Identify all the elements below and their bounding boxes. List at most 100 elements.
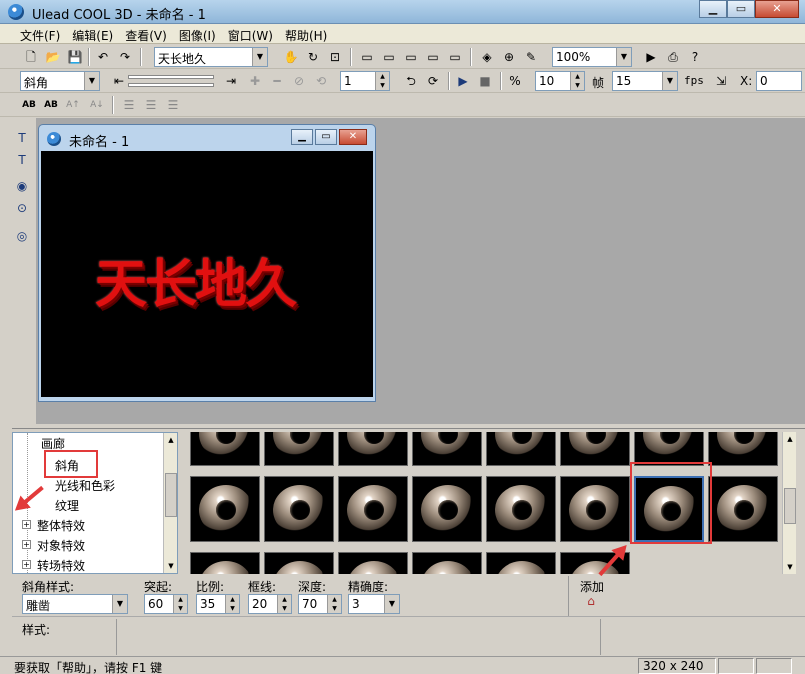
doc-minimize-button[interactable]: ▁ xyxy=(291,129,313,145)
gallery-thumb[interactable] xyxy=(708,432,778,466)
tree-item-texture[interactable]: 纹理 xyxy=(55,497,79,514)
globe-icon[interactable]: ⊕ xyxy=(500,48,518,66)
edit-icon[interactable]: ✎ xyxy=(522,48,540,66)
tree-scrollbar[interactable]: ▲ ▼ xyxy=(163,433,177,573)
precision-combo[interactable]: 3 ▼ xyxy=(348,594,400,614)
play-icon[interactable]: ▶ xyxy=(454,72,472,90)
insert-object-icon[interactable]: ⊙ xyxy=(12,198,32,218)
insert-text-icon[interactable]: T xyxy=(12,128,32,148)
text-down-icon[interactable]: A↓ xyxy=(88,96,106,114)
object-icon[interactable]: ◎ xyxy=(12,226,32,246)
save-icon[interactable]: 💾 xyxy=(66,48,84,66)
gallery-thumb[interactable] xyxy=(486,432,556,466)
gallery-thumb[interactable] xyxy=(412,432,482,466)
add-to-gallery-icon[interactable]: ⌂ xyxy=(582,594,600,610)
export-icon[interactable]: ⎙ xyxy=(664,48,682,66)
frame-field[interactable]: 1 ▲ ▼ xyxy=(340,71,390,91)
scale-field[interactable]: 35 ▲ ▼ xyxy=(196,594,240,614)
position-icon[interactable]: ⇲ xyxy=(712,72,730,90)
protrude-field[interactable]: 60 ▲ ▼ xyxy=(144,594,188,614)
frames-count-field[interactable]: 10 ▲ ▼ xyxy=(535,71,585,91)
gallery-thumb[interactable] xyxy=(560,476,630,542)
rotate-object-icon[interactable]: ↻ xyxy=(304,48,322,66)
expand-icon[interactable]: + xyxy=(22,540,31,549)
doc-maximize-button[interactable]: ▭ xyxy=(315,129,337,145)
effect-combo[interactable]: 斜角 ▼ xyxy=(20,71,100,91)
view-front-icon[interactable]: ▭ xyxy=(358,48,376,66)
gallery-thumb[interactable] xyxy=(486,552,556,574)
gallery-thumb[interactable] xyxy=(190,476,260,542)
3d-text[interactable]: 天长地久 xyxy=(95,242,297,317)
minimize-button[interactable]: ▁ xyxy=(699,0,727,18)
timeline-slider[interactable] xyxy=(128,75,214,79)
view-bottom-icon[interactable]: ▭ xyxy=(446,48,464,66)
context-help-icon[interactable]: ? xyxy=(686,48,704,66)
open-folder-icon[interactable]: 📂 xyxy=(44,48,62,66)
gallery-scrollbar[interactable]: ▲ ▼ xyxy=(782,432,796,574)
maximize-button[interactable]: ▭ xyxy=(727,0,755,18)
keyframe-icon[interactable]: ⊘ xyxy=(290,72,308,90)
gallery-thumb[interactable] xyxy=(486,476,556,542)
text-up-icon[interactable]: A↑ xyxy=(64,96,82,114)
gallery-thumb[interactable] xyxy=(190,552,260,574)
render-canvas[interactable]: 天长地久 xyxy=(41,151,373,397)
gallery-thumb[interactable] xyxy=(190,432,260,466)
border-field[interactable]: 20 ▲ ▼ xyxy=(248,594,292,614)
insert-shape-icon[interactable]: ◉ xyxy=(12,176,32,196)
menu-file[interactable]: 文件(F) xyxy=(14,24,66,43)
pingpong-icon[interactable]: ⟳ xyxy=(424,72,442,90)
gallery-thumb[interactable] xyxy=(412,476,482,542)
text-spacing-icon[interactable]: AB xyxy=(20,96,38,114)
gallery-thumb[interactable] xyxy=(338,476,408,542)
slider-start-icon[interactable]: ⇤ xyxy=(110,72,128,90)
align-center-icon[interactable]: ☰ xyxy=(142,96,160,114)
close-button[interactable]: ✕ xyxy=(755,0,799,18)
depth-field[interactable]: 70 ▲ ▼ xyxy=(298,594,342,614)
gallery-thumb[interactable] xyxy=(412,552,482,574)
menu-edit[interactable]: 编辑(E) xyxy=(66,24,119,43)
gallery-thumb[interactable] xyxy=(634,432,704,466)
fps-combo[interactable]: 15 ▼ xyxy=(612,71,678,91)
menu-view[interactable]: 查看(V) xyxy=(119,24,173,43)
menu-window[interactable]: 窗口(W) xyxy=(222,24,279,43)
slider-end-icon[interactable]: ⇥ xyxy=(222,72,240,90)
size-object-icon[interactable]: ⊡ xyxy=(326,48,344,66)
gallery-thumb[interactable] xyxy=(264,432,334,466)
new-file-icon[interactable]: 🗋 xyxy=(22,48,40,66)
render-icon[interactable]: ▶ xyxy=(642,48,660,66)
align-left-icon[interactable]: ☰ xyxy=(120,96,138,114)
zoom-combo[interactable]: 100% ▼ xyxy=(552,47,632,67)
gallery-thumb[interactable] xyxy=(708,476,778,542)
hand-icon[interactable]: ✋ xyxy=(282,48,300,66)
add-keyframe-icon[interactable]: ✚ xyxy=(246,72,264,90)
menu-image[interactable]: 图像(I) xyxy=(173,24,222,43)
text-object-combo[interactable]: 天长地久 ▼ xyxy=(154,47,268,67)
tree-item-light-color[interactable]: 光线和色彩 xyxy=(55,477,115,494)
tree-item-object-effects[interactable]: 对象特效 xyxy=(37,537,85,554)
undo-icon[interactable]: ↶ xyxy=(94,48,112,66)
stop-icon[interactable]: ■ xyxy=(476,72,494,90)
remove-keyframe-icon[interactable]: ━ xyxy=(268,72,286,90)
x-field[interactable]: 0 xyxy=(756,71,802,91)
text-spacing-narrow-icon[interactable]: AB xyxy=(42,96,60,114)
view-back-icon[interactable]: ▭ xyxy=(424,48,442,66)
gallery-thumb[interactable] xyxy=(338,432,408,466)
frames-icon[interactable]: % xyxy=(506,72,524,90)
expand-icon[interactable]: + xyxy=(22,520,31,529)
bevel-style-combo[interactable]: 雕凿 ▼ xyxy=(22,594,128,614)
loop-icon[interactable]: ⮌ xyxy=(402,72,420,90)
menu-help[interactable]: 帮助(H) xyxy=(279,24,333,43)
gallery-thumb[interactable] xyxy=(264,552,334,574)
gallery-thumb[interactable] xyxy=(560,432,630,466)
gallery-thumb[interactable] xyxy=(264,476,334,542)
redo-icon[interactable]: ↷ xyxy=(116,48,134,66)
view-top-icon[interactable]: ▭ xyxy=(380,48,398,66)
view-side-icon[interactable]: ▭ xyxy=(402,48,420,66)
expand-icon[interactable]: + xyxy=(22,560,31,569)
doc-close-button[interactable]: ✕ xyxy=(339,129,367,145)
gallery-thumb[interactable] xyxy=(338,552,408,574)
tree-item-global-effects[interactable]: 整体特效 xyxy=(37,517,85,534)
fill-icon[interactable]: ◈ xyxy=(478,48,496,66)
edit-text-icon[interactable]: T xyxy=(12,150,32,170)
align-right-icon[interactable]: ☰ xyxy=(164,96,182,114)
